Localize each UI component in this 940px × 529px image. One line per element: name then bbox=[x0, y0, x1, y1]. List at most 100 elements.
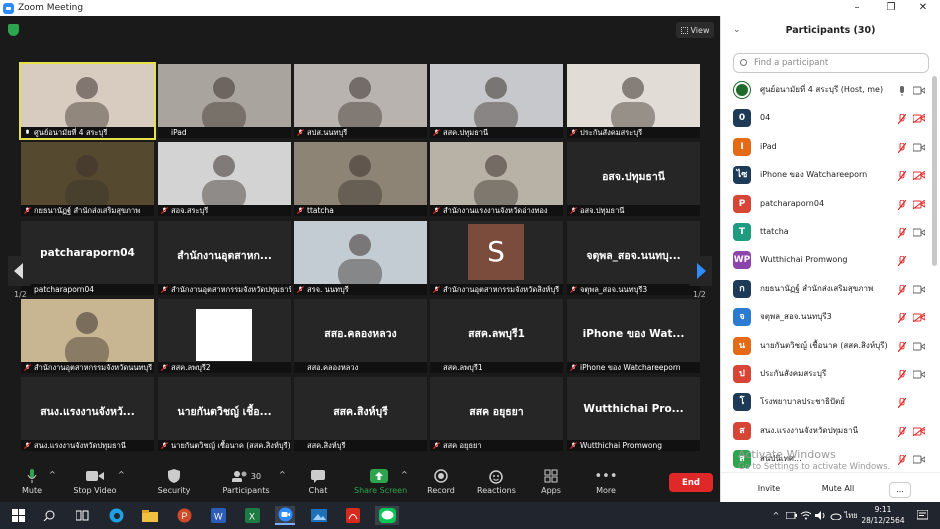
share-screen-button[interactable]: Share Screen bbox=[354, 468, 407, 495]
video-tile[interactable]: สรจ. นนทบุรี bbox=[294, 221, 427, 295]
video-tile[interactable]: สสค.ลพบุรี1 สสค.ลพบุรี1 bbox=[430, 299, 563, 373]
invite-button[interactable]: Invite bbox=[751, 482, 787, 498]
line-app-icon[interactable] bbox=[375, 506, 399, 525]
mute-options-chevron-icon[interactable]: ^ bbox=[49, 470, 56, 479]
video-tile[interactable]: นายกันตวิชญ์ เชื้อ... นายกันตวิชญ์ เชื้อน… bbox=[158, 377, 291, 451]
participant-row[interactable]: ก กยธนานัฏฐ์ สำนักส่งเสริมสุขภาพ bbox=[733, 276, 933, 304]
share-options-chevron-icon[interactable]: ^ bbox=[401, 470, 408, 479]
participant-row[interactable]: Ppatcharaporn04 bbox=[733, 191, 933, 219]
participant-name: ttatcha bbox=[760, 227, 789, 236]
participant-row[interactable]: ส สนง.แรงงานจังหวัดปทุมธานี bbox=[733, 418, 933, 446]
battery-icon[interactable] bbox=[785, 506, 797, 525]
video-tile[interactable]: iPad bbox=[158, 64, 291, 138]
video-tile[interactable]: สนง.แรงงานจังหวั... สนง.แรงงานจังหวัดปทุม… bbox=[21, 377, 154, 451]
tile-name-label: iPhone ของ Watchareeporn bbox=[567, 362, 700, 373]
video-tile[interactable]: สสอ.คลองหลวง สสอ.คลองหลวง bbox=[294, 299, 427, 373]
word-icon[interactable]: W bbox=[208, 506, 228, 525]
edge-browser-icon[interactable] bbox=[106, 506, 126, 525]
participant-row[interactable]: 0 04 bbox=[733, 105, 933, 133]
apps-button[interactable]: Apps bbox=[539, 468, 563, 495]
participants-options-chevron-icon[interactable]: ^ bbox=[279, 470, 286, 479]
video-options-chevron-icon[interactable]: ^ bbox=[118, 470, 125, 479]
excel-icon[interactable]: X bbox=[242, 506, 262, 525]
tile-name-label: สปส.นนทบุรี bbox=[294, 127, 427, 138]
participant-row[interactable]: WP Wutthichai Promwong bbox=[733, 247, 933, 275]
participant-row[interactable]: จ จตุพล_สอจ.นนทบุรี3 bbox=[733, 304, 933, 332]
video-tile[interactable]: สำนักงานแรงงานจังหวัดอ่างทอง bbox=[430, 142, 563, 216]
volume-icon[interactable] bbox=[815, 506, 827, 525]
mute-button[interactable]: Mute bbox=[18, 468, 46, 495]
participant-search-input[interactable]: Find a participant bbox=[733, 53, 929, 73]
video-tile[interactable]: สำนักงานอุตสาหก... สำนักงานอุตสาหกรรมจังห… bbox=[158, 221, 291, 295]
grid-icon bbox=[680, 26, 688, 34]
participant-row[interactable]: น นายกันตวิชญ์ เชื้อนาค (สสค.สิงห์บุรี) bbox=[733, 333, 933, 361]
panel-more-button[interactable]: ... bbox=[889, 482, 911, 498]
video-tile[interactable]: สสค.ลพบุรี2 bbox=[158, 299, 291, 373]
photos-app-icon[interactable] bbox=[309, 506, 329, 525]
more-button[interactable]: ••• More bbox=[594, 468, 618, 496]
muted-mic-icon bbox=[161, 364, 168, 371]
participant-row[interactable]: ไซ iPhone ของ Watchareeporn bbox=[733, 162, 933, 190]
participant-row[interactable]: ป ประกันสังคมสระบุรี bbox=[733, 361, 933, 389]
video-tile[interactable]: ttatcha bbox=[294, 142, 427, 216]
mute-all-button[interactable]: Mute All bbox=[813, 482, 863, 498]
video-tile[interactable]: สอจ.สระบุรี bbox=[158, 142, 291, 216]
minimize-button[interactable]: – bbox=[842, 0, 872, 16]
video-tile[interactable]: patcharaporn04 patcharaporn04 bbox=[21, 221, 154, 295]
tile-name: สำนักงานอุตสาหกรรมจังหวัดปทุมธานี bbox=[171, 285, 291, 294]
file-explorer-icon[interactable] bbox=[140, 506, 160, 525]
tile-name-label: สรจ. นนทบุรี bbox=[294, 284, 427, 295]
security-shield-icon[interactable] bbox=[8, 24, 19, 36]
video-tile[interactable]: ประกันสังคมสระบุรี bbox=[567, 64, 700, 138]
wifi-icon[interactable] bbox=[800, 506, 812, 525]
task-view-icon[interactable] bbox=[72, 506, 92, 525]
tray-chevron-icon[interactable]: ^ bbox=[770, 506, 782, 525]
maximize-button[interactable]: ❐ bbox=[876, 0, 906, 16]
tile-name-label: สำนักงานอุตสาหกรรมจังหวัดสิงห์บุรี bbox=[430, 284, 563, 295]
person-silhouette-icon bbox=[65, 155, 109, 210]
participant-row[interactable]: Tttatcha bbox=[733, 219, 933, 247]
video-tile[interactable]: สำนักงานอุตสาหกรรมจังหวัดนนทบุรี bbox=[21, 299, 154, 373]
taskbar-search-icon[interactable] bbox=[39, 506, 59, 525]
windows-start-icon[interactable] bbox=[8, 506, 28, 525]
microphone-icon bbox=[27, 468, 37, 483]
video-tile[interactable]: iPhone ของ Wat... iPhone ของ Watchareepor… bbox=[567, 299, 700, 373]
video-tile[interactable]: จตุพล_สอจ.นนทบุ... จตุพล_สอจ.นนทบุรี3 bbox=[567, 221, 700, 295]
close-button[interactable]: ✕ bbox=[908, 0, 938, 16]
end-meeting-button[interactable]: End bbox=[669, 473, 713, 492]
stop-video-button[interactable]: Stop Video bbox=[72, 468, 118, 495]
video-tile[interactable]: ศูนย์อนามัยที่ 4 สระบุรี bbox=[19, 62, 156, 140]
reactions-button[interactable]: Reactions bbox=[477, 468, 516, 495]
record-button[interactable]: Record bbox=[426, 468, 456, 495]
tile-name-label: สำนักงานอุตสาหกรรมจังหวัดปทุมธานี bbox=[158, 284, 291, 295]
tile-name-label: สอจ.สระบุรี bbox=[158, 205, 291, 216]
video-tile[interactable]: สสค อยุธยา สสค อยุธยา bbox=[430, 377, 563, 451]
participant-row[interactable]: โ โรงพยาบาลประชาธิปัตย์ bbox=[733, 389, 933, 417]
video-tile[interactable]: สปส.นนทบุรี bbox=[294, 64, 427, 138]
security-button[interactable]: Security bbox=[155, 468, 193, 495]
video-tile[interactable]: กยธนานัฏฐ์ สำนักส่งเสริมสุขภาพ bbox=[21, 142, 154, 216]
video-tile[interactable]: อสจ.ปทุมธานี อสจ.ปทุมธานี bbox=[567, 142, 700, 216]
prev-page-button[interactable] bbox=[8, 256, 30, 286]
participant-row[interactable]: ศูนย์อนามัยที่ 4 สระบุรี (Host, me) bbox=[733, 77, 933, 105]
video-tile[interactable]: S สำนักงานอุตสาหกรรมจังหวัดสิงห์บุรี bbox=[430, 221, 563, 295]
participants-button[interactable]: 30 Participants bbox=[222, 468, 270, 495]
acrobat-icon[interactable] bbox=[343, 506, 363, 525]
video-tile[interactable]: Wutthichai Pro... Wutthichai Promwong bbox=[567, 377, 700, 451]
muted-mic-icon bbox=[570, 129, 577, 136]
avatar-letter: S bbox=[468, 224, 524, 280]
taskbar-clock[interactable]: 9:11 28/12/2564 bbox=[858, 504, 908, 526]
zoom-app-icon[interactable] bbox=[275, 506, 295, 525]
chat-button[interactable]: Chat bbox=[305, 468, 331, 495]
next-page-button[interactable] bbox=[690, 256, 712, 286]
video-tile[interactable]: สสค.ปทุมธานี bbox=[430, 64, 563, 138]
participant-row[interactable]: ส สนปนิเทศ... bbox=[733, 446, 933, 474]
participants-title: Participants (30) bbox=[785, 25, 876, 36]
view-button[interactable]: View bbox=[676, 22, 714, 38]
participant-list-scrollbar[interactable] bbox=[932, 76, 937, 266]
video-tile[interactable]: สสค.สิงห์บุรี สสค.สิงห์บุรี bbox=[294, 377, 427, 451]
powerpoint-icon[interactable]: P bbox=[174, 506, 194, 525]
participant-row[interactable]: IiPad bbox=[733, 134, 933, 162]
notifications-icon[interactable] bbox=[914, 506, 930, 525]
person-silhouette-icon bbox=[202, 155, 246, 210]
